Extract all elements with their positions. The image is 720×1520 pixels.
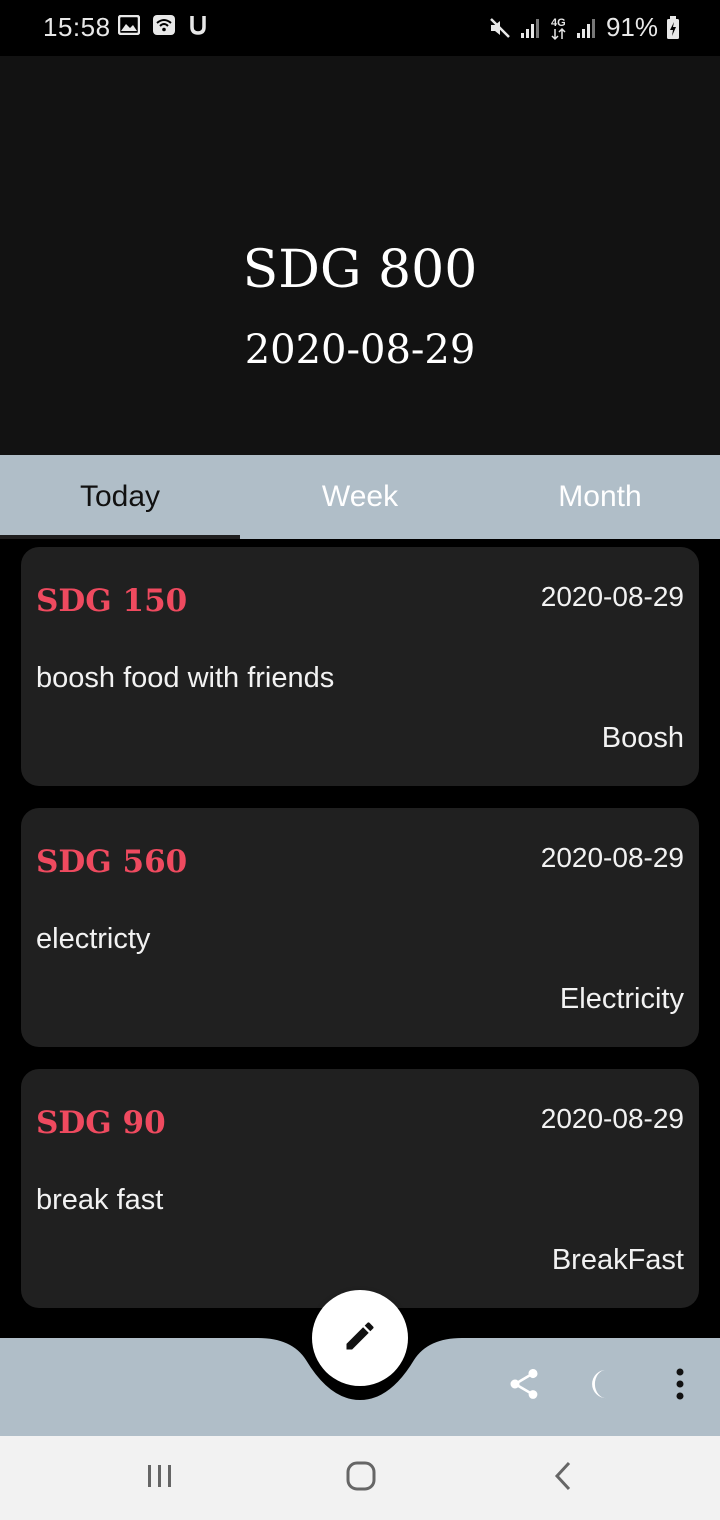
image-icon — [118, 15, 140, 35]
signal-icon — [520, 17, 542, 39]
expense-date: 2020-08-29 — [540, 581, 684, 612]
expense-category: Boosh — [601, 722, 684, 754]
svg-text:4G: 4G — [551, 17, 566, 29]
back-icon — [553, 1461, 573, 1496]
system-nav-bar — [0, 1436, 720, 1520]
status-time: 15:58 — [43, 12, 111, 42]
expense-date: 2020-08-29 — [540, 842, 684, 873]
back-button[interactable] — [533, 1456, 593, 1500]
expense-card[interactable]: SDG 90 2020-08-29 break fast BreakFast — [21, 1069, 699, 1308]
header-date: 2020-08-29 — [244, 327, 476, 373]
tab-today[interactable]: Today — [0, 455, 240, 539]
home-icon — [346, 1461, 376, 1496]
add-expense-button[interactable] — [312, 1290, 408, 1386]
expense-description: electricty — [36, 923, 151, 955]
wifi-icon — [152, 14, 176, 36]
expense-date: 2020-08-29 — [540, 1103, 684, 1134]
status-right-icons: 4G 91% — [488, 12, 680, 43]
4g-icon: 4G — [550, 15, 568, 41]
status-left-icons — [118, 14, 208, 36]
expense-amount: SDG 90 — [36, 1105, 166, 1141]
battery-text: 91% — [605, 12, 658, 42]
pencil-icon — [342, 1318, 378, 1359]
share-icon — [506, 1366, 542, 1407]
more-vert-icon — [674, 1367, 686, 1406]
recents-icon — [145, 1463, 175, 1494]
status-bar: 15:58 4G 91% — [0, 0, 720, 56]
mute-icon — [488, 16, 512, 40]
share-button[interactable] — [502, 1364, 546, 1408]
expense-amount: SDG 150 — [36, 583, 188, 619]
u-icon — [188, 14, 208, 36]
expense-card[interactable]: SDG 150 2020-08-29 boosh food with frien… — [21, 547, 699, 786]
expense-category: Electricity — [559, 983, 684, 1015]
total-amount: SDG 800 — [242, 240, 478, 300]
home-button[interactable] — [331, 1456, 391, 1500]
expense-description: boosh food with friends — [36, 662, 335, 694]
recents-button[interactable] — [130, 1456, 190, 1500]
expense-amount: SDG 560 — [36, 844, 188, 880]
signal-icon-2 — [576, 17, 598, 39]
moon-icon — [585, 1366, 619, 1407]
tab-week[interactable]: Week — [240, 455, 480, 539]
battery-icon — [666, 15, 680, 40]
more-options-button[interactable] — [658, 1364, 702, 1408]
dark-mode-button[interactable] — [580, 1364, 624, 1408]
tab-month[interactable]: Month — [480, 455, 720, 539]
summary-header: SDG 800 2020-08-29 — [0, 56, 720, 455]
expense-category: BreakFast — [551, 1244, 684, 1276]
expense-card[interactable]: SDG 560 2020-08-29 electricty Electricit… — [21, 808, 699, 1047]
expense-description: break fast — [36, 1184, 164, 1216]
period-tabs: Today Week Month — [0, 455, 720, 539]
